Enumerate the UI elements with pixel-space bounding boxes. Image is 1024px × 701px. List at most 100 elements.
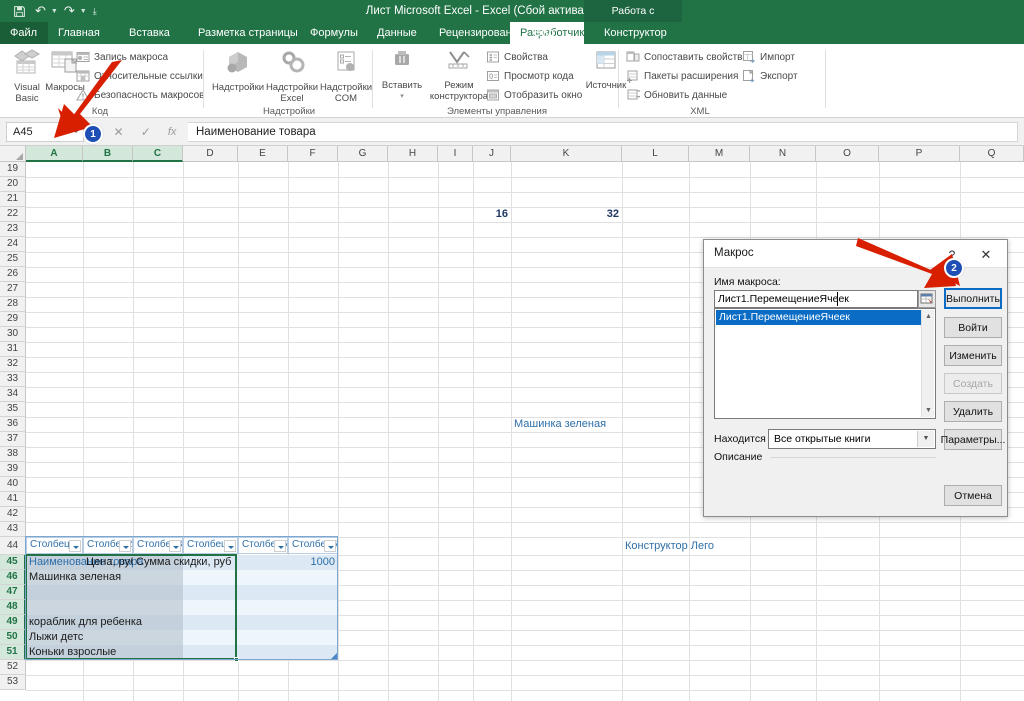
filter-dropdown-icon[interactable] — [324, 540, 336, 552]
table-header-cell[interactable]: Столбец3 — [133, 537, 183, 554]
row-header-27[interactable]: 27 — [0, 282, 26, 297]
cell-A46[interactable]: Машинка зеленая — [26, 570, 176, 585]
cell-A51[interactable]: Коньки взрослые — [26, 645, 176, 660]
row-header-53[interactable]: 53 — [0, 675, 26, 690]
column-header-K[interactable]: K — [511, 146, 622, 162]
row-header-22[interactable]: 22 — [0, 207, 26, 222]
macro-name-picker-icon[interactable] — [918, 290, 936, 308]
export-button[interactable]: Экспорт — [742, 69, 798, 83]
table-header-cell[interactable]: Столбец6 — [288, 537, 338, 554]
column-header-J[interactable]: J — [473, 146, 511, 162]
column-header-I[interactable]: I — [438, 146, 473, 162]
name-box[interactable]: A45 — [6, 122, 84, 142]
column-header-N[interactable]: N — [750, 146, 816, 162]
refresh-data-button[interactable]: Обновить данные — [626, 88, 727, 102]
expansion-packs-button[interactable]: Пакеты расширения — [626, 69, 738, 83]
cell-A50[interactable]: Лыжи детские — [26, 630, 83, 645]
scroll-up-icon[interactable]: ▲ — [922, 310, 935, 323]
filter-dropdown-icon[interactable] — [169, 540, 181, 552]
cell-A49[interactable]: кораблик для ребенка — [26, 615, 176, 630]
row-header-34[interactable]: 34 — [0, 387, 26, 402]
record-macro-button[interactable]: Запись макроса — [76, 50, 168, 64]
close-icon[interactable]: ✕ — [973, 245, 999, 265]
row-header-25[interactable]: 25 — [0, 252, 26, 267]
tab-insert[interactable]: Вставка — [119, 22, 180, 44]
table-header-cell[interactable]: Столбец1 — [26, 537, 83, 554]
cell-K36[interactable]: Машинка зеленая — [511, 417, 661, 432]
row-header-52[interactable]: 52 — [0, 660, 26, 675]
row-header-41[interactable]: 41 — [0, 492, 26, 507]
row-header-39[interactable]: 39 — [0, 462, 26, 477]
row-header-37[interactable]: 37 — [0, 432, 26, 447]
step-into-button[interactable]: Войти — [944, 317, 1002, 338]
excel-addins-button[interactable]: Надстройки Excel — [264, 47, 320, 104]
cell-B45[interactable]: Цена, руб — [83, 555, 133, 570]
column-header-M[interactable]: M — [689, 146, 750, 162]
column-header-P[interactable]: P — [879, 146, 960, 162]
cancel-icon[interactable]: ✕ — [114, 125, 124, 139]
confirm-icon[interactable]: ✓ — [141, 125, 151, 139]
column-header-D[interactable]: D — [183, 146, 238, 162]
row-header-49[interactable]: 49 — [0, 615, 26, 630]
cancel-button[interactable]: Отмена — [944, 485, 1002, 506]
tab-data[interactable]: Данные — [367, 22, 427, 44]
row-header-20[interactable]: 20 — [0, 177, 26, 192]
tab-developer[interactable]: Разработчик — [510, 22, 584, 44]
addins-button[interactable]: Надстройки — [210, 47, 266, 93]
column-header-Q[interactable]: Q — [960, 146, 1024, 162]
tab-formulas[interactable]: Формулы — [300, 22, 368, 44]
row-header-44[interactable]: 44 — [0, 537, 26, 555]
row-header-28[interactable]: 28 — [0, 297, 26, 312]
design-mode-button[interactable]: Режим конструктора — [422, 47, 496, 102]
com-addins-button[interactable]: Надстройки COM — [318, 47, 374, 104]
scroll-down-icon[interactable]: ▼ — [922, 404, 935, 417]
table-header-cell[interactable]: Столбец4 — [183, 537, 238, 554]
column-header-H[interactable]: H — [388, 146, 438, 162]
filter-dropdown-icon[interactable] — [274, 540, 286, 552]
row-header-36[interactable]: 36 — [0, 417, 26, 432]
column-header-O[interactable]: O — [816, 146, 879, 162]
import-button[interactable]: Импорт — [742, 50, 795, 64]
row-header-29[interactable]: 29 — [0, 312, 26, 327]
select-all-corner[interactable] — [0, 146, 26, 162]
row-header-45[interactable]: 45 — [0, 555, 26, 570]
row-header-43[interactable]: 43 — [0, 522, 26, 537]
table-header-cell[interactable]: Столбец2 — [83, 537, 133, 554]
name-box-dropdown-icon[interactable] — [73, 130, 79, 133]
row-header-33[interactable]: 33 — [0, 372, 26, 387]
map-properties-button[interactable]: Сопоставить свойства — [626, 50, 748, 64]
row-header-35[interactable]: 35 — [0, 402, 26, 417]
filter-dropdown-icon[interactable] — [224, 540, 236, 552]
row-header-47[interactable]: 47 — [0, 585, 26, 600]
row-header-40[interactable]: 40 — [0, 477, 26, 492]
cell-C45[interactable]: Сумма скидки, руб — [133, 555, 283, 570]
table-resize-handle[interactable] — [331, 653, 337, 659]
macro-name-input[interactable]: Лист1.ПеремещениеЯчеек — [714, 290, 918, 308]
location-select[interactable]: Все открытые книги ▼ — [768, 429, 936, 449]
show-dialog-button[interactable]: Отобразить окно — [486, 88, 582, 102]
tab-file[interactable]: Файл — [0, 22, 48, 44]
cell-F45[interactable]: 1000 — [288, 555, 338, 570]
row-header-50[interactable]: 50 — [0, 630, 26, 645]
tab-home[interactable]: Главная — [48, 22, 110, 44]
macro-options-button[interactable]: Параметры... — [941, 429, 1005, 450]
run-macro-button[interactable]: Выполнить — [944, 288, 1002, 309]
properties-button[interactable]: Свойства — [486, 50, 548, 64]
fill-handle[interactable] — [234, 657, 239, 662]
row-header-46[interactable]: 46 — [0, 570, 26, 585]
formula-input[interactable]: Наименование товара — [188, 122, 1018, 142]
tab-page-layout[interactable]: Разметка страницы — [188, 22, 308, 44]
column-header-L[interactable]: L — [622, 146, 689, 162]
row-header-32[interactable]: 32 — [0, 357, 26, 372]
insert-function-icon[interactable]: fx — [168, 126, 177, 138]
row-header-30[interactable]: 30 — [0, 327, 26, 342]
tab-design[interactable]: Конструктор — [594, 22, 677, 44]
row-header-19[interactable]: 19 — [0, 162, 26, 177]
macro-list-item-0[interactable]: Лист1.ПеремещениеЯчеек — [716, 310, 921, 325]
insert-control-dropdown-icon[interactable]: ▾ — [378, 91, 426, 102]
macro-list[interactable]: Лист1.ПеремещениеЯчеек ▲ ▼ — [714, 308, 936, 419]
column-header-F[interactable]: F — [288, 146, 338, 162]
row-header-51[interactable]: 51 — [0, 645, 26, 660]
row-header-48[interactable]: 48 — [0, 600, 26, 615]
xml-source-button[interactable]: Источник — [580, 47, 632, 91]
